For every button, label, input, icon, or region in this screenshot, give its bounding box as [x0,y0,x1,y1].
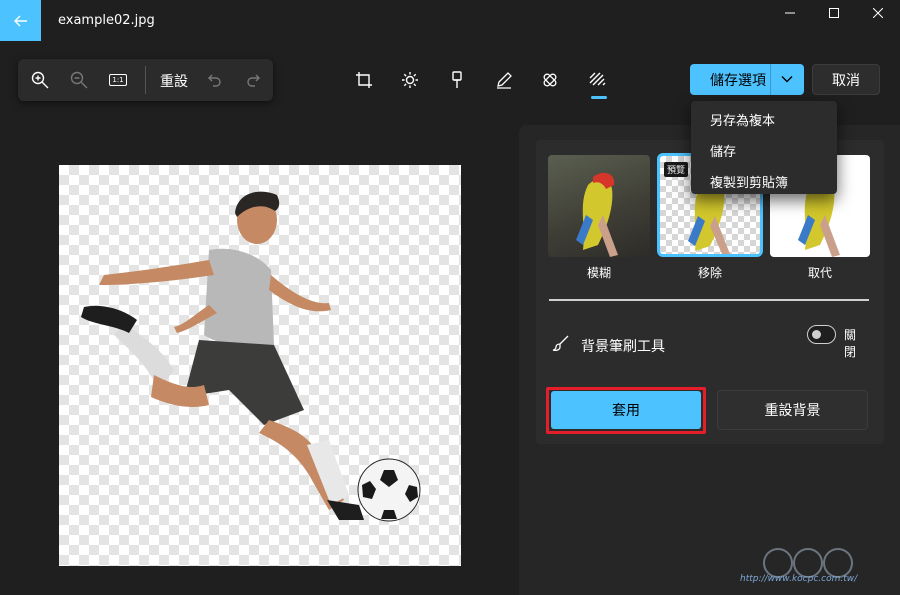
toolbar-separator [145,66,146,94]
actual-size-button[interactable]: 1:1 [108,70,128,90]
save-options-button[interactable]: 儲存選項 [690,64,804,95]
blur-option-thumbnail[interactable] [548,155,650,257]
reset-background-button[interactable]: 重設背景 [717,390,868,430]
menu-item-save[interactable]: 儲存 [710,141,736,160]
zoom-in-button[interactable] [30,70,50,90]
reset-button[interactable]: 重設 [160,71,188,91]
remove-option-label: 移除 [698,266,723,280]
filter-tool[interactable] [446,69,468,91]
adjust-icon [402,72,418,88]
filter-icon [452,71,462,88]
apply-button[interactable]: 套用 [551,391,701,429]
toggle-state-label: 關閉 [844,328,857,359]
window-controls [768,0,900,26]
zoom-out-icon [70,71,88,89]
parrot-image [576,172,618,257]
menu-item-copy-clipboard[interactable]: 複製到剪貼簿 [710,172,788,191]
replace-option-label: 取代 [808,266,833,280]
window-title: example02.jpg [58,13,155,28]
watermark-logo: http://www.kocpc.com.tw/ [740,545,900,595]
maximize-icon [829,8,839,18]
image-canvas[interactable] [59,165,461,566]
actual-size-icon: 1:1 [109,74,127,86]
watermark-text: http://www.kocpc.com.tw/ [740,574,858,584]
brush-tool-toggle[interactable] [807,325,836,344]
markup-tool[interactable] [493,69,515,91]
save-split-divider [770,64,771,95]
close-icon [873,8,883,18]
zoom-in-icon [31,71,49,89]
redo-button[interactable] [243,70,263,90]
markup-icon [497,72,512,89]
background-tool[interactable] [587,69,609,91]
view-toolbar: 1:1 重設 [18,59,273,101]
retouch-tool[interactable] [539,69,561,91]
brush-tool-label: 背景筆刷工具 [581,339,665,355]
blur-option-label: 模糊 [587,266,612,280]
undo-icon [208,74,221,87]
maximize-button[interactable] [812,0,856,26]
soccer-player-image [81,191,421,522]
menu-item-save-copy[interactable]: 另存為複本 [710,110,775,129]
adjust-tool[interactable] [399,69,421,91]
retouch-icon [543,73,557,87]
back-button[interactable] [0,0,41,41]
zoom-out-button[interactable] [69,70,89,90]
toggle-knob [812,330,821,339]
chevron-down-icon[interactable] [780,72,794,90]
minimize-button[interactable] [768,0,812,26]
undo-button[interactable] [205,70,225,90]
brush-icon [552,334,570,356]
cancel-button[interactable]: 取消 [812,64,880,95]
panel-divider [549,299,869,301]
crop-tool[interactable] [353,69,375,91]
save-options-menu: 另存為複本 儲存 複製到剪貼簿 [691,101,837,194]
crop-icon [356,72,372,88]
save-options-label: 儲存選項 [710,73,766,89]
background-icon [589,72,606,86]
active-tool-indicator [591,96,607,99]
redo-icon [247,74,260,87]
preview-badge: 預覽 [664,162,689,177]
back-arrow-icon [13,15,27,26]
minimize-icon [785,12,795,14]
close-button[interactable] [856,0,900,26]
